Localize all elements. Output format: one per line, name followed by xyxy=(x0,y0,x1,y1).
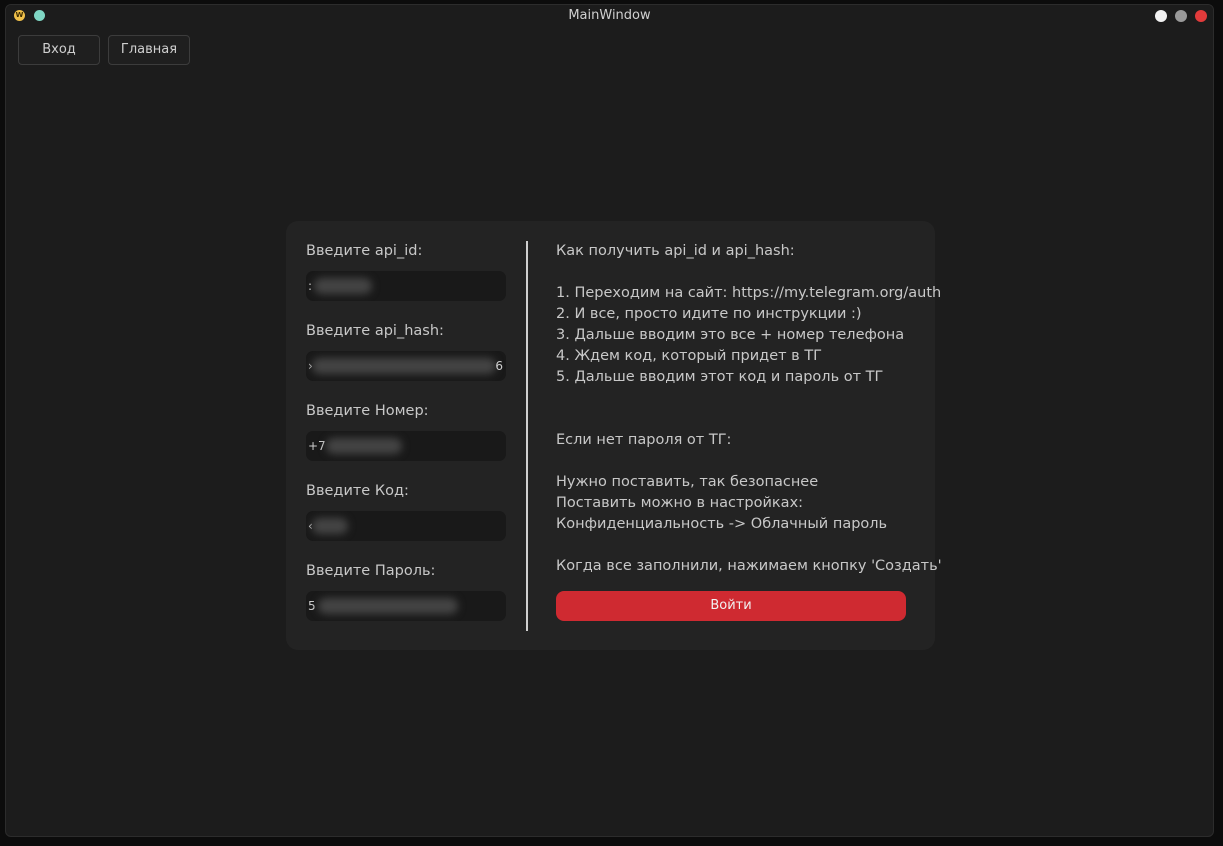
tip-3: Конфиденциальность -> Облачный пароль xyxy=(556,516,888,532)
info-step-2: 2. И все, просто идите по инструкции :) xyxy=(556,306,862,322)
login-card: Введите api_id: : Введите api_hash: › 6 … xyxy=(286,221,942,650)
api-hash-input[interactable]: › 6 xyxy=(306,351,506,381)
info-step-4: 4. Ждем код, который придет в ТГ xyxy=(556,348,823,364)
title-bar[interactable]: W MainWindow xyxy=(6,5,1213,27)
main-window: W MainWindow Вход Главная Введите api_id… xyxy=(5,4,1214,837)
api-id-input[interactable]: : xyxy=(306,271,506,301)
submit-button[interactable]: Войти xyxy=(556,591,906,621)
maximize-icon[interactable] xyxy=(1175,10,1187,22)
code-input[interactable]: ‹ xyxy=(306,511,506,541)
redacted-blur xyxy=(312,518,348,534)
info-step-1: 1. Переходим на сайт: https://my.telegra… xyxy=(556,285,942,301)
password-label: Введите Пароль: xyxy=(306,563,436,579)
api-id-label: Введите api_id: xyxy=(306,243,423,259)
api-id-value: : xyxy=(308,279,313,293)
minimize-icon[interactable] xyxy=(1155,10,1167,22)
redacted-blur xyxy=(326,438,402,454)
phone-value: +7 xyxy=(308,439,326,453)
info-step-5: 5. Дальше вводим этот код и пароль от ТГ xyxy=(556,369,884,385)
no-password-heading: Если нет пароля от ТГ: xyxy=(556,432,732,448)
login-nav-button[interactable]: Вход xyxy=(18,35,100,65)
redacted-blur xyxy=(314,278,372,294)
close-icon[interactable] xyxy=(1195,10,1207,22)
code-label: Введите Код: xyxy=(306,483,409,499)
phone-label: Введите Номер: xyxy=(306,403,429,419)
tip-2: Поставить можно в настройках: xyxy=(556,495,804,511)
api-hash-label: Введите api_hash: xyxy=(306,323,444,339)
window-title: MainWindow xyxy=(568,8,651,23)
redacted-blur xyxy=(312,358,496,374)
api-hash-suffix: 6 xyxy=(495,359,503,373)
password-value: 5 xyxy=(308,599,316,613)
main-nav-button[interactable]: Главная xyxy=(108,35,190,65)
info-heading: Как получить api_id и api_hash: xyxy=(556,243,795,259)
phone-input[interactable]: +7 xyxy=(306,431,506,461)
tip-1: Нужно поставить, так безопаснее xyxy=(556,474,819,490)
column-divider xyxy=(526,241,528,631)
password-input[interactable]: 5 xyxy=(306,591,506,621)
info-step-3: 3. Дальше вводим это все + номер телефон… xyxy=(556,327,905,343)
redacted-blur xyxy=(318,598,458,614)
final-instruction: Когда все заполнили, нажимаем кнопку 'Со… xyxy=(556,558,942,574)
